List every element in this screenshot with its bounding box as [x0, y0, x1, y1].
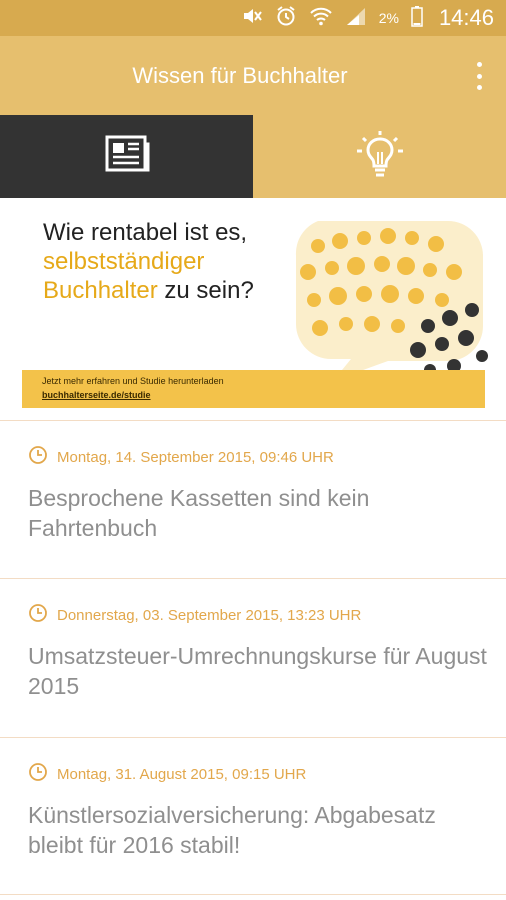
article-date: Montag, 31. August 2015, 09:15 UHR	[57, 766, 307, 783]
article-item[interactable]: Montag, 31. August 2015, 09:15 UHR Künst…	[0, 737, 506, 896]
tab-news[interactable]	[0, 115, 253, 198]
clock-icon	[28, 762, 48, 787]
banner-strip-text: Jetzt mehr erfahren und Studie herunterl…	[42, 376, 224, 386]
banner-headline: Wie rentabel ist es, selbstständiger Buc…	[43, 218, 254, 305]
people-speech-bubble-illustration	[295, 221, 488, 381]
banner-line-3-accent: Buchhalter	[43, 277, 158, 304]
article-meta: Donnerstag, 03. September 2015, 13:23 UH…	[28, 603, 361, 628]
study-banner[interactable]: Wie rentabel ist es, selbstständiger Buc…	[0, 198, 506, 420]
banner-line-1: Wie rentabel ist es,	[43, 219, 248, 246]
banner-line-3-rest: zu sein?	[157, 277, 254, 304]
status-bar: 2% 14:46	[0, 0, 506, 36]
article-meta: Montag, 14. September 2015, 09:46 UHR	[28, 445, 334, 470]
article-title: Umsatzsteuer-Umrechnungskurse für August…	[28, 643, 487, 699]
banner-strip-link[interactable]: buchhalterseite.de/studie	[42, 390, 151, 400]
article-title: Besprochene Kassetten sind kein Fahrtenb…	[28, 485, 370, 541]
article-list: Montag, 14. September 2015, 09:46 UHR Be…	[0, 420, 506, 896]
alarm-icon	[275, 5, 297, 32]
wifi-icon	[309, 6, 333, 31]
battery-icon	[411, 5, 423, 32]
tab-bar	[0, 115, 506, 198]
clock-icon	[28, 603, 48, 628]
overflow-menu-icon[interactable]	[472, 62, 486, 90]
lightbulb-icon	[354, 130, 406, 183]
battery-percent: 2%	[378, 10, 399, 26]
banner-strip: Jetzt mehr erfahren und Studie herunterl…	[22, 370, 485, 408]
newspaper-icon	[103, 134, 151, 179]
article-date: Donnerstag, 03. September 2015, 13:23 UH…	[57, 607, 362, 624]
article-item[interactable]: Donnerstag, 03. September 2015, 13:23 UH…	[0, 578, 506, 737]
article-title: Künstlersozialversicherung: Abgabesatz b…	[28, 802, 436, 858]
article-item[interactable]: Montag, 14. September 2015, 09:46 UHR Be…	[0, 420, 506, 578]
banner-line-3: Buchhalter zu sein?	[43, 276, 254, 305]
list-divider	[0, 894, 506, 895]
signal-icon	[345, 6, 367, 31]
article-meta: Montag, 31. August 2015, 09:15 UHR	[28, 762, 306, 787]
mute-icon	[241, 6, 263, 31]
banner-line-2: selbstständiger	[43, 248, 205, 275]
article-date: Montag, 14. September 2015, 09:46 UHR	[57, 449, 334, 466]
clock-icon	[28, 445, 48, 470]
app-title: Wissen für Buchhalter	[132, 63, 348, 88]
app-bar: Wissen für Buchhalter	[0, 36, 506, 115]
tab-tips[interactable]	[253, 115, 506, 198]
status-clock: 14:46	[438, 5, 494, 30]
